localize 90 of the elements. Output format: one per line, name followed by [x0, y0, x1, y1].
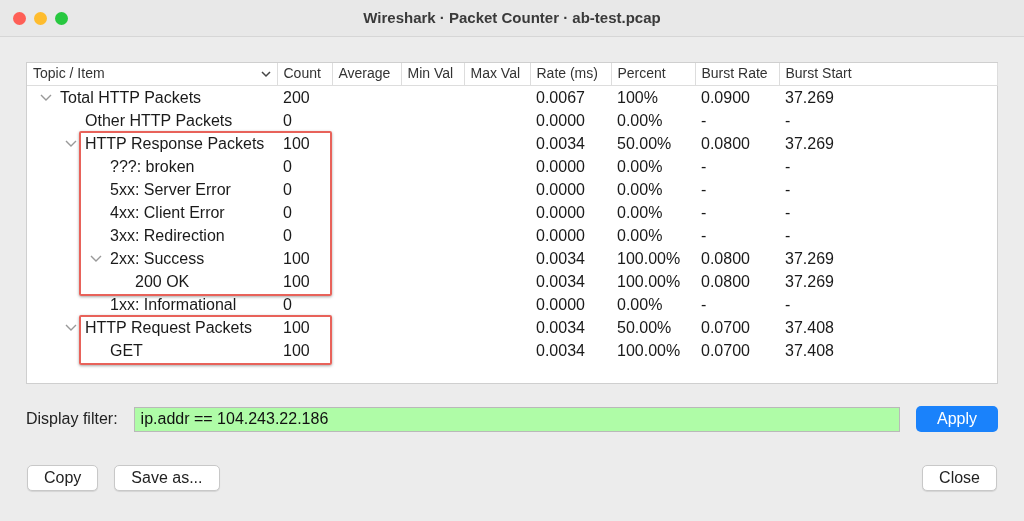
table-cell-text: 100.00% — [616, 340, 682, 361]
column-header[interactable]: Percent — [611, 63, 695, 85]
table-cell-text: 0.0800 — [700, 271, 751, 292]
tree-item[interactable]: Other HTTP Packets — [85, 111, 233, 129]
filter-label: Display filter: — [26, 409, 118, 429]
column-header[interactable]: Rate (ms) — [530, 63, 611, 85]
column-header[interactable]: Max Val — [464, 63, 530, 85]
table-cell-text: - — [784, 156, 792, 177]
dialog-button[interactable]: Copy — [27, 465, 99, 491]
table-cell-text: 0.00% — [616, 110, 664, 131]
table-cell-text: - — [700, 225, 708, 246]
column-header[interactable]: Count — [277, 63, 332, 85]
table-cell-text: 0 — [282, 202, 293, 223]
table-cell-text: 0.0000 — [535, 202, 586, 223]
table-cell-text: 50.00% — [616, 133, 673, 154]
table-cell-text: 0.0000 — [535, 156, 586, 177]
tree-item[interactable]: HTTP Response Packets — [85, 134, 265, 152]
table-cell-text: 37.408 — [784, 317, 835, 338]
table-cell-text: - — [700, 179, 708, 200]
table-cell: 0.0900 — [695, 85, 779, 109]
tree-item[interactable]: 2xx: Success — [110, 249, 205, 267]
column-header[interactable]: Average — [332, 63, 401, 85]
dialog-button[interactable]: Save as... — [114, 465, 220, 491]
table-cell-text: 0.0000 — [535, 294, 586, 315]
table-cell-text: 0.00% — [616, 294, 664, 315]
table-cell-text: - — [784, 225, 792, 246]
tree-item[interactable]: ???: broken — [110, 157, 195, 175]
table-cell-text: 50.00% — [616, 317, 673, 338]
table-cell-text: 0.0000 — [535, 179, 586, 200]
column-header[interactable]: Burst Start — [779, 63, 997, 85]
dialog-button[interactable]: Close — [922, 465, 997, 491]
table-cell-text: - — [784, 294, 792, 315]
tree-item[interactable]: 1xx: Informational — [110, 295, 237, 313]
table-cell-text: - — [784, 202, 792, 223]
table-cell-text: 37.408 — [784, 340, 835, 361]
column-header[interactable]: Min Val — [401, 63, 464, 85]
table-cell: 37.269 — [779, 85, 997, 109]
table-cell-text: 0.0000 — [535, 225, 586, 246]
table-cell-text: 0.00% — [616, 202, 664, 223]
table-cell-text: 100 — [282, 317, 311, 338]
table-cell-text: - — [784, 110, 792, 131]
tree-item[interactable]: 200 OK — [135, 272, 190, 290]
apply-button[interactable]: Apply — [916, 406, 998, 432]
table-cell-text: - — [700, 294, 708, 315]
table-cell-text: 100 — [282, 340, 311, 361]
table-cell-text: 0.0034 — [535, 271, 586, 292]
table-cell-text: 37.269 — [784, 248, 835, 269]
table-cell: 200 — [277, 85, 332, 109]
table-cell-text: 0.0700 — [700, 340, 751, 361]
table-cell-text: 0.0034 — [535, 317, 586, 338]
tree-item[interactable]: 5xx: Server Error — [110, 180, 231, 198]
table-cell-text: - — [700, 202, 708, 223]
table-cell-text: - — [700, 156, 708, 177]
table-cell-text: 100.00% — [616, 248, 682, 269]
table-cell-text: 0.00% — [616, 225, 664, 246]
table-cell-text: 0 — [282, 294, 293, 315]
display-filter-field[interactable]: ip.addr == 104.243.22.186 — [133, 406, 900, 432]
table-cell-text: 0.0800 — [700, 133, 751, 154]
table-cell-text: 0.00% — [616, 156, 664, 177]
table-cell-text: 0 — [282, 110, 293, 131]
table-cell-text: 0.00% — [616, 179, 664, 200]
table-cell-text: - — [784, 179, 792, 200]
column-header[interactable]: Burst Rate — [695, 63, 779, 85]
table-cell-text: 0.0034 — [535, 133, 586, 154]
tree-item[interactable]: HTTP Request Packets — [85, 318, 252, 336]
table-cell-text: 0.0034 — [535, 248, 586, 269]
table-cell: 0.0067 — [530, 85, 611, 109]
table-cell-text: 0.0000 — [535, 110, 586, 131]
column-header[interactable]: Topic / Item — [33, 63, 105, 85]
table-cell-text: 100 — [282, 133, 311, 154]
tree-item[interactable]: Total HTTP Packets — [60, 88, 202, 106]
table-cell-text: 100.00% — [616, 271, 682, 292]
table-cell: 100% — [611, 85, 695, 109]
close-icon[interactable] — [13, 12, 26, 25]
table-cell-text: 0.0700 — [700, 317, 751, 338]
table-cell-text: 0 — [282, 156, 293, 177]
tree-item[interactable]: GET — [110, 341, 143, 359]
table-cell-text: 0 — [282, 225, 293, 246]
table-cell-text: 0.0800 — [700, 248, 751, 269]
tree-item[interactable]: 4xx: Client Error — [110, 203, 225, 221]
table-cell-text: 100 — [282, 271, 311, 292]
table-cell-text: 0.0034 — [535, 340, 586, 361]
table-cell-text: 0 — [282, 179, 293, 200]
table-cell-text: 37.269 — [784, 271, 835, 292]
tree-item[interactable]: 3xx: Redirection — [110, 226, 225, 244]
window-title: Wireshark · Packet Counter · ab-test.pcap — [363, 7, 661, 28]
table-cell-text: 100 — [282, 248, 311, 269]
maximize-icon[interactable] — [55, 12, 68, 25]
table-cell-text: - — [700, 110, 708, 131]
table-cell-text: 37.269 — [784, 133, 835, 154]
